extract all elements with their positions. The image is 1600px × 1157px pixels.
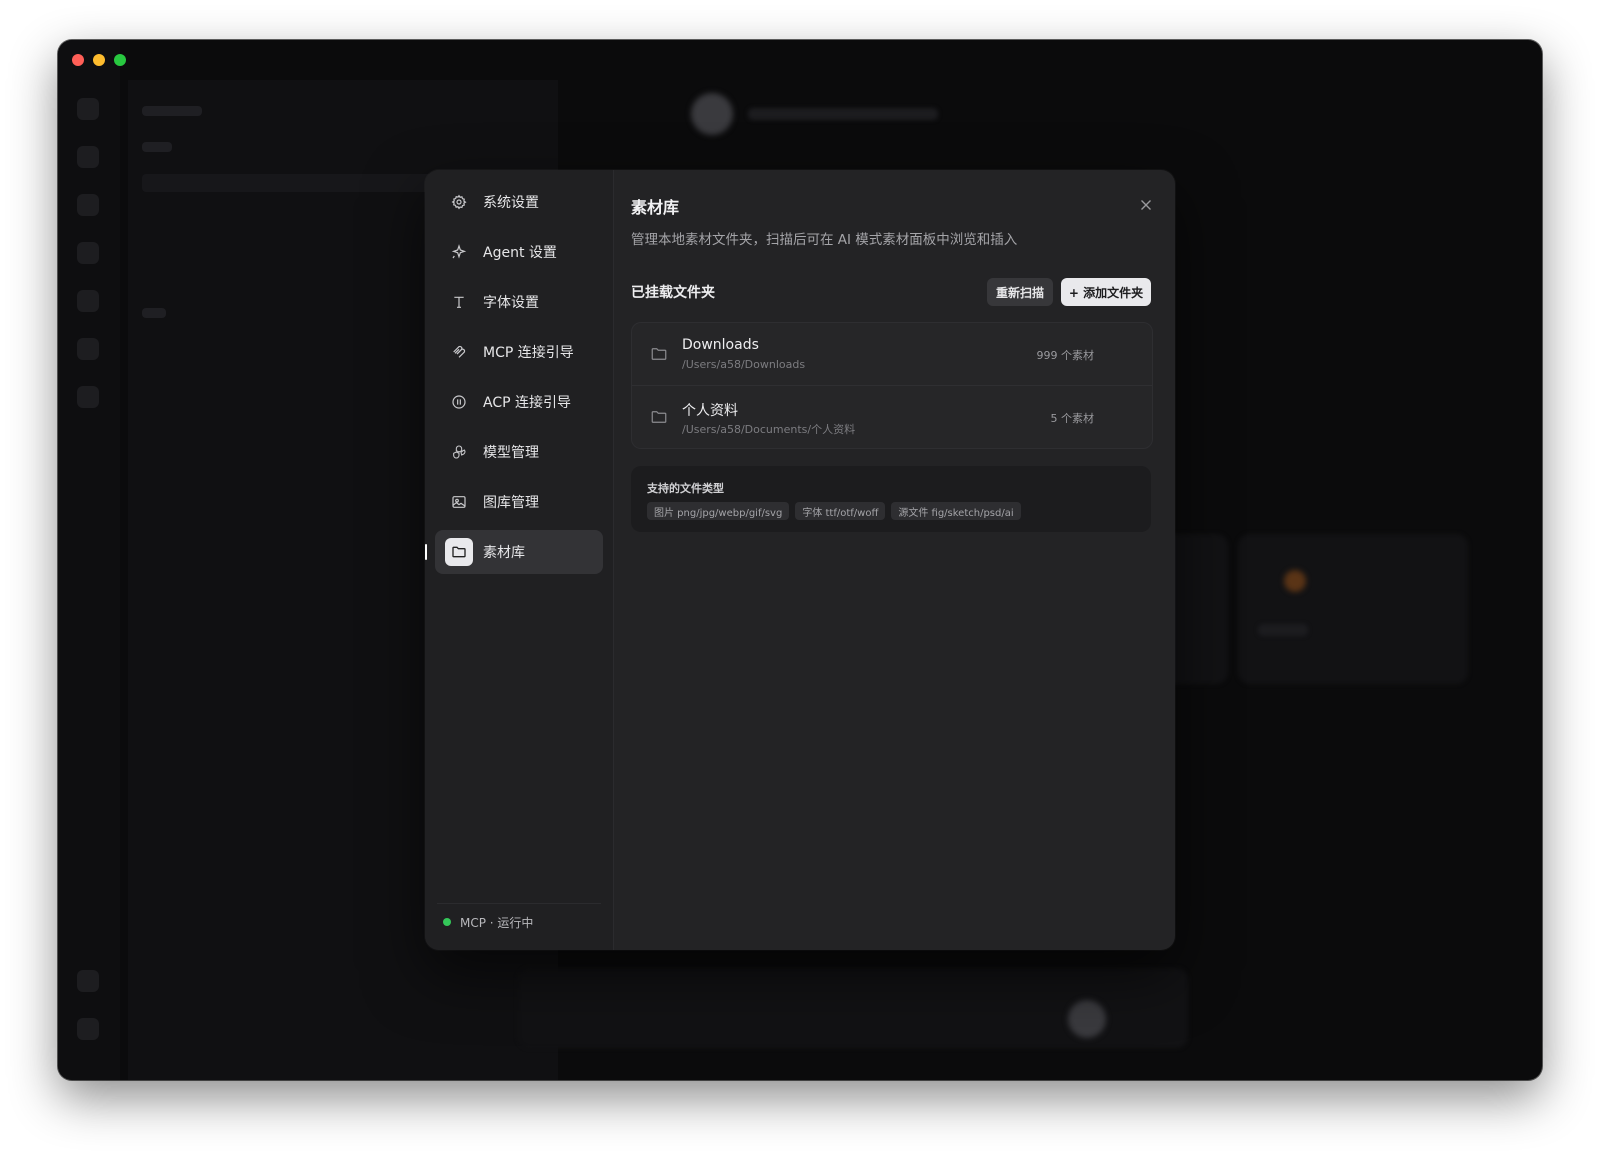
window-controls: [72, 54, 126, 66]
nav-item-label: 系统设置: [483, 195, 539, 211]
background-placeholder: [142, 106, 202, 116]
openai-icon: [449, 442, 469, 462]
sparkle-icon: [449, 242, 469, 262]
folder-icon: [445, 538, 473, 566]
gear-icon: [449, 192, 469, 212]
page-description: 管理本地素材文件夹，扫描后可在 AI 模式素材面板中浏览和插入: [631, 232, 1018, 248]
background-rail-icon: [77, 194, 99, 216]
acp-icon: [449, 392, 469, 412]
image-icon: [449, 492, 469, 512]
folder-count: 5 个素材: [1050, 412, 1095, 425]
settings-sidebar: 系统设置 Agent 设置 字体设置 MCP 连接引导 ACP 连接引导 模型管…: [425, 170, 614, 950]
folder-count: 999 个素材: [1036, 349, 1095, 362]
background-send-button: [1068, 1000, 1106, 1038]
nav-item-acp-guide[interactable]: ACP 连接引导: [435, 380, 603, 424]
background-rail-icon: [77, 970, 99, 992]
background-rail-icon: [77, 98, 99, 120]
nav-item-label: 素材库: [483, 545, 525, 561]
status-text: MCP · 运行中: [460, 915, 534, 930]
folder-list: Downloads /Users/a58/Downloads 999 个素材 个…: [631, 322, 1153, 449]
background-placeholder: [142, 142, 172, 152]
nav-item-model-management[interactable]: 模型管理: [435, 430, 603, 474]
minimize-window-button[interactable]: [93, 54, 105, 66]
nav-item-asset-library[interactable]: 素材库: [425, 530, 603, 574]
background-badge: [1284, 570, 1306, 592]
type-chip-font: 字体 ttf/otf/woff: [795, 502, 886, 520]
type-chip-image: 图片 png/jpg/webp/gif/svg: [647, 502, 790, 520]
settings-modal: 系统设置 Agent 设置 字体设置 MCP 连接引导 ACP 连接引导 模型管…: [425, 170, 1175, 950]
background-rail-icon: [77, 290, 99, 312]
background-placeholder: [142, 174, 442, 192]
status-indicator: [443, 918, 451, 926]
zoom-window-button[interactable]: [114, 54, 126, 66]
folder-path: /Users/a58/Downloads: [682, 358, 806, 371]
background-card: [1238, 534, 1468, 684]
nav-item-label: MCP 连接引导: [483, 345, 574, 361]
supported-types-title: 支持的文件类型: [647, 482, 724, 495]
nav-item-label: 模型管理: [483, 445, 539, 461]
mcp-status: MCP · 运行中: [437, 903, 601, 940]
background-rail-icon: [77, 386, 99, 408]
nav-item-mcp-guide[interactable]: MCP 连接引导: [435, 330, 603, 374]
folder-path: /Users/a58/Documents/个人资料: [682, 423, 856, 436]
close-window-button[interactable]: [72, 54, 84, 66]
supported-types-box: 支持的文件类型 图片 png/jpg/webp/gif/svg 字体 ttf/o…: [631, 466, 1151, 532]
background-placeholder: [748, 108, 938, 120]
folder-icon: [650, 408, 668, 426]
nav-item-gallery-management[interactable]: 图库管理: [435, 480, 603, 524]
type-chips: 图片 png/jpg/webp/gif/svg 字体 ttf/otf/woff …: [647, 502, 1021, 520]
asset-library-panel: 素材库 管理本地素材文件夹，扫描后可在 AI 模式素材面板中浏览和插入 已挂载文…: [613, 170, 1175, 950]
nav-item-label: Agent 设置: [483, 245, 557, 261]
close-icon[interactable]: [1137, 196, 1155, 214]
type-chip-source: 源文件 fig/sketch/psd/ai: [891, 502, 1021, 520]
background-avatar: [691, 93, 733, 135]
background-rail: [58, 40, 120, 1080]
nav-item-system-settings[interactable]: 系统设置: [435, 180, 603, 224]
nav-item-label: ACP 连接引导: [483, 395, 571, 411]
folder-name: 个人资料: [682, 403, 738, 419]
folder-row[interactable]: Downloads /Users/a58/Downloads 999 个素材: [632, 323, 1152, 385]
add-folder-button[interactable]: + 添加文件夹: [1061, 278, 1151, 306]
background-placeholder: [1258, 624, 1308, 636]
settings-nav: 系统设置 Agent 设置 字体设置 MCP 连接引导 ACP 连接引导 模型管…: [425, 180, 603, 580]
background-rail-icon: [77, 242, 99, 264]
background-rail-icon: [77, 338, 99, 360]
background-rail-icon: [77, 1018, 99, 1040]
rescan-button[interactable]: 重新扫描: [987, 278, 1053, 306]
nav-item-label: 字体设置: [483, 295, 539, 311]
page-title: 素材库: [631, 198, 680, 217]
background-rail-icon: [77, 146, 99, 168]
type-icon: [449, 292, 469, 312]
background-placeholder: [142, 308, 166, 318]
nav-item-label: 图库管理: [483, 495, 539, 511]
nav-item-agent-settings[interactable]: Agent 设置: [435, 230, 603, 274]
folder-name: Downloads: [682, 337, 759, 353]
folder-row[interactable]: 个人资料 /Users/a58/Documents/个人资料 5 个素材: [632, 385, 1152, 448]
nav-item-font-settings[interactable]: 字体设置: [435, 280, 603, 324]
mcp-icon: [449, 342, 469, 362]
folder-icon: [650, 345, 668, 363]
section-title: 已挂载文件夹: [631, 285, 715, 301]
